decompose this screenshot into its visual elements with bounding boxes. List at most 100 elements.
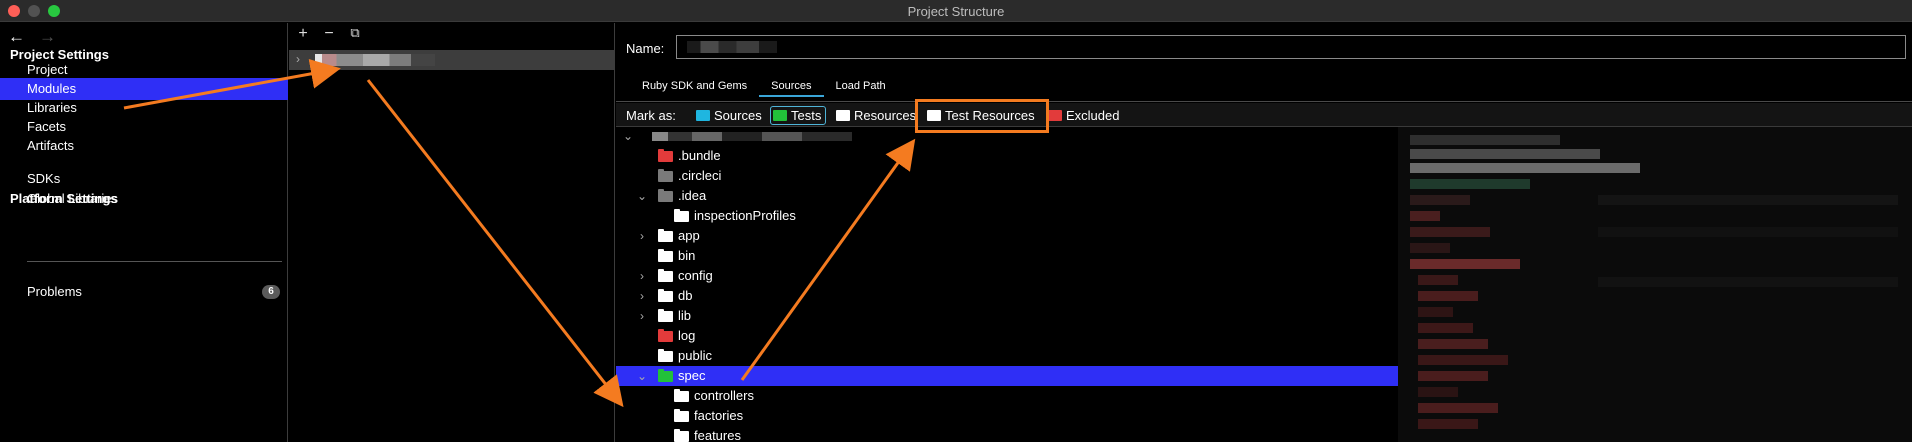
title-bar: Project Structure	[0, 0, 1912, 22]
tree-row-label: .circleci	[678, 168, 722, 183]
folder-icon	[658, 249, 673, 262]
history-nav: ← →	[8, 27, 56, 47]
back-arrow-icon[interactable]: ←	[8, 27, 25, 47]
folder-icon	[658, 349, 673, 362]
sources-folder-icon	[696, 110, 710, 121]
tree-row-label: spec	[678, 368, 706, 383]
mark-excluded-label: Excluded	[1066, 108, 1120, 123]
folder-icon	[658, 309, 673, 322]
tree-row-label: factories	[694, 408, 744, 423]
modules-toolbar: + − ⧉	[295, 25, 363, 43]
tree-row-label: bin	[678, 248, 696, 263]
tree-row-label: inspectionProfiles	[694, 208, 796, 223]
tree-row[interactable]: › app	[616, 226, 1398, 246]
tree-row[interactable]: › lib	[616, 306, 1398, 326]
module-name-field[interactable]	[676, 35, 1906, 59]
folder-icon	[674, 209, 689, 222]
add-module-button[interactable]: +	[295, 25, 311, 43]
folder-icon	[658, 329, 673, 342]
tree-row[interactable]: .bundle	[616, 146, 1398, 166]
copy-module-button[interactable]: ⧉	[347, 25, 363, 43]
sidebar-item-sdks[interactable]: SDKs	[0, 168, 288, 190]
folder-icon	[674, 409, 689, 422]
redacted-module-name	[315, 54, 435, 66]
tree-row-label: .bundle	[678, 148, 721, 163]
resources-folder-icon	[836, 110, 850, 121]
window-title: Project Structure	[907, 4, 1005, 19]
tree-row-label: app	[678, 228, 700, 243]
folder-icon	[658, 169, 673, 182]
folder-icon	[674, 389, 689, 402]
mark-tests-label: Tests	[791, 108, 822, 123]
chevron-down-icon[interactable]: ⌄	[636, 186, 648, 206]
chevron-right-icon[interactable]: ›	[636, 266, 648, 286]
excluded-folder-icon	[1048, 110, 1062, 121]
mark-resources-button[interactable]: Resources	[834, 106, 920, 125]
module-list-item[interactable]: ›	[289, 50, 615, 70]
chevron-down-icon[interactable]: ⌄	[636, 366, 648, 386]
chevron-down-icon[interactable]: ⌄	[622, 132, 634, 146]
tree-row-label: lib	[678, 308, 692, 323]
chevron-right-icon[interactable]: ›	[636, 286, 648, 306]
tree-row[interactable]: features	[616, 426, 1398, 442]
chevron-right-icon[interactable]: ›	[636, 226, 648, 246]
tree-row[interactable]: bin	[616, 246, 1398, 266]
problems-count-badge: 6	[262, 285, 280, 299]
folder-icon	[658, 289, 673, 302]
sidebar-divider	[27, 261, 282, 262]
chevron-right-icon[interactable]: ›	[636, 306, 648, 326]
tree-root-row[interactable]: ⌄	[616, 132, 1398, 146]
tree-row-label: log	[678, 328, 696, 343]
settings-sidebar: ← → Project Settings Project Modules Lib…	[0, 23, 288, 442]
tree-row[interactable]: › db	[616, 286, 1398, 306]
module-tabs: Ruby SDK and Gems Sources Load Path	[630, 77, 898, 97]
tree-row[interactable]: public	[616, 346, 1398, 366]
name-label: Name:	[626, 41, 665, 56]
folder-icon	[658, 269, 673, 282]
tree-row[interactable]: ⌄ spec	[616, 366, 1398, 386]
redacted-name-value	[687, 41, 777, 53]
mark-tests-button[interactable]: Tests	[770, 106, 827, 125]
tree-row-label: controllers	[694, 388, 754, 403]
mark-resources-label: Resources	[854, 108, 917, 123]
mark-excluded-button[interactable]: Excluded	[1046, 106, 1123, 125]
tree-row-label: features	[694, 428, 741, 442]
sidebar-item-problems[interactable]: Problems 6	[0, 281, 288, 303]
tree-row-label: db	[678, 288, 693, 303]
sidebar-item-global-libraries[interactable]: Global Libraries	[0, 188, 288, 210]
tab-sources[interactable]: Sources	[759, 77, 824, 97]
mark-sources-label: Sources	[714, 108, 762, 123]
mark-sources-button[interactable]: Sources	[694, 106, 766, 125]
tree-row[interactable]: .circleci	[616, 166, 1398, 186]
tree-row-label: public	[678, 348, 712, 363]
folder-icon	[658, 189, 673, 202]
chevron-right-icon[interactable]: ›	[296, 52, 300, 66]
tab-divider	[616, 101, 1912, 102]
tree-row-label: .idea	[678, 188, 707, 203]
tab-load-path[interactable]: Load Path	[824, 77, 898, 97]
tree-row[interactable]: factories	[616, 406, 1398, 426]
forward-arrow-icon[interactable]: →	[39, 27, 56, 47]
folder-icon	[658, 149, 673, 162]
test-resources-highlight-box	[915, 99, 1049, 133]
tree-row[interactable]: › config	[616, 266, 1398, 286]
redacted-content-panel	[1398, 127, 1912, 442]
modules-list-pane: + − ⧉ ›	[289, 23, 615, 442]
mark-as-toolbar: Mark as: Sources Tests Resources Test Re…	[616, 103, 1912, 127]
problems-label: Problems	[27, 284, 82, 299]
tree-row[interactable]: inspectionProfiles	[616, 206, 1398, 226]
content-root-tree: ⌄ .bundle .circleci ⌄ .idea inspectionProfil…	[616, 132, 1398, 442]
folder-icon	[658, 229, 673, 242]
tree-row[interactable]: ⌄ .idea	[616, 186, 1398, 206]
folder-icon	[674, 429, 689, 442]
redacted-root-path	[652, 132, 852, 141]
mark-as-label: Mark as:	[626, 108, 676, 123]
module-detail-pane: Name: Ruby SDK and Gems Sources Load Pat…	[616, 23, 1912, 442]
tests-folder-icon	[773, 110, 787, 121]
sidebar-item-artifacts[interactable]: Artifacts	[0, 135, 288, 157]
remove-module-button[interactable]: −	[321, 25, 337, 43]
tree-row[interactable]: controllers	[616, 386, 1398, 406]
folder-icon	[658, 369, 673, 382]
tab-ruby-sdk-and-gems[interactable]: Ruby SDK and Gems	[630, 77, 759, 97]
tree-row[interactable]: log	[616, 326, 1398, 346]
